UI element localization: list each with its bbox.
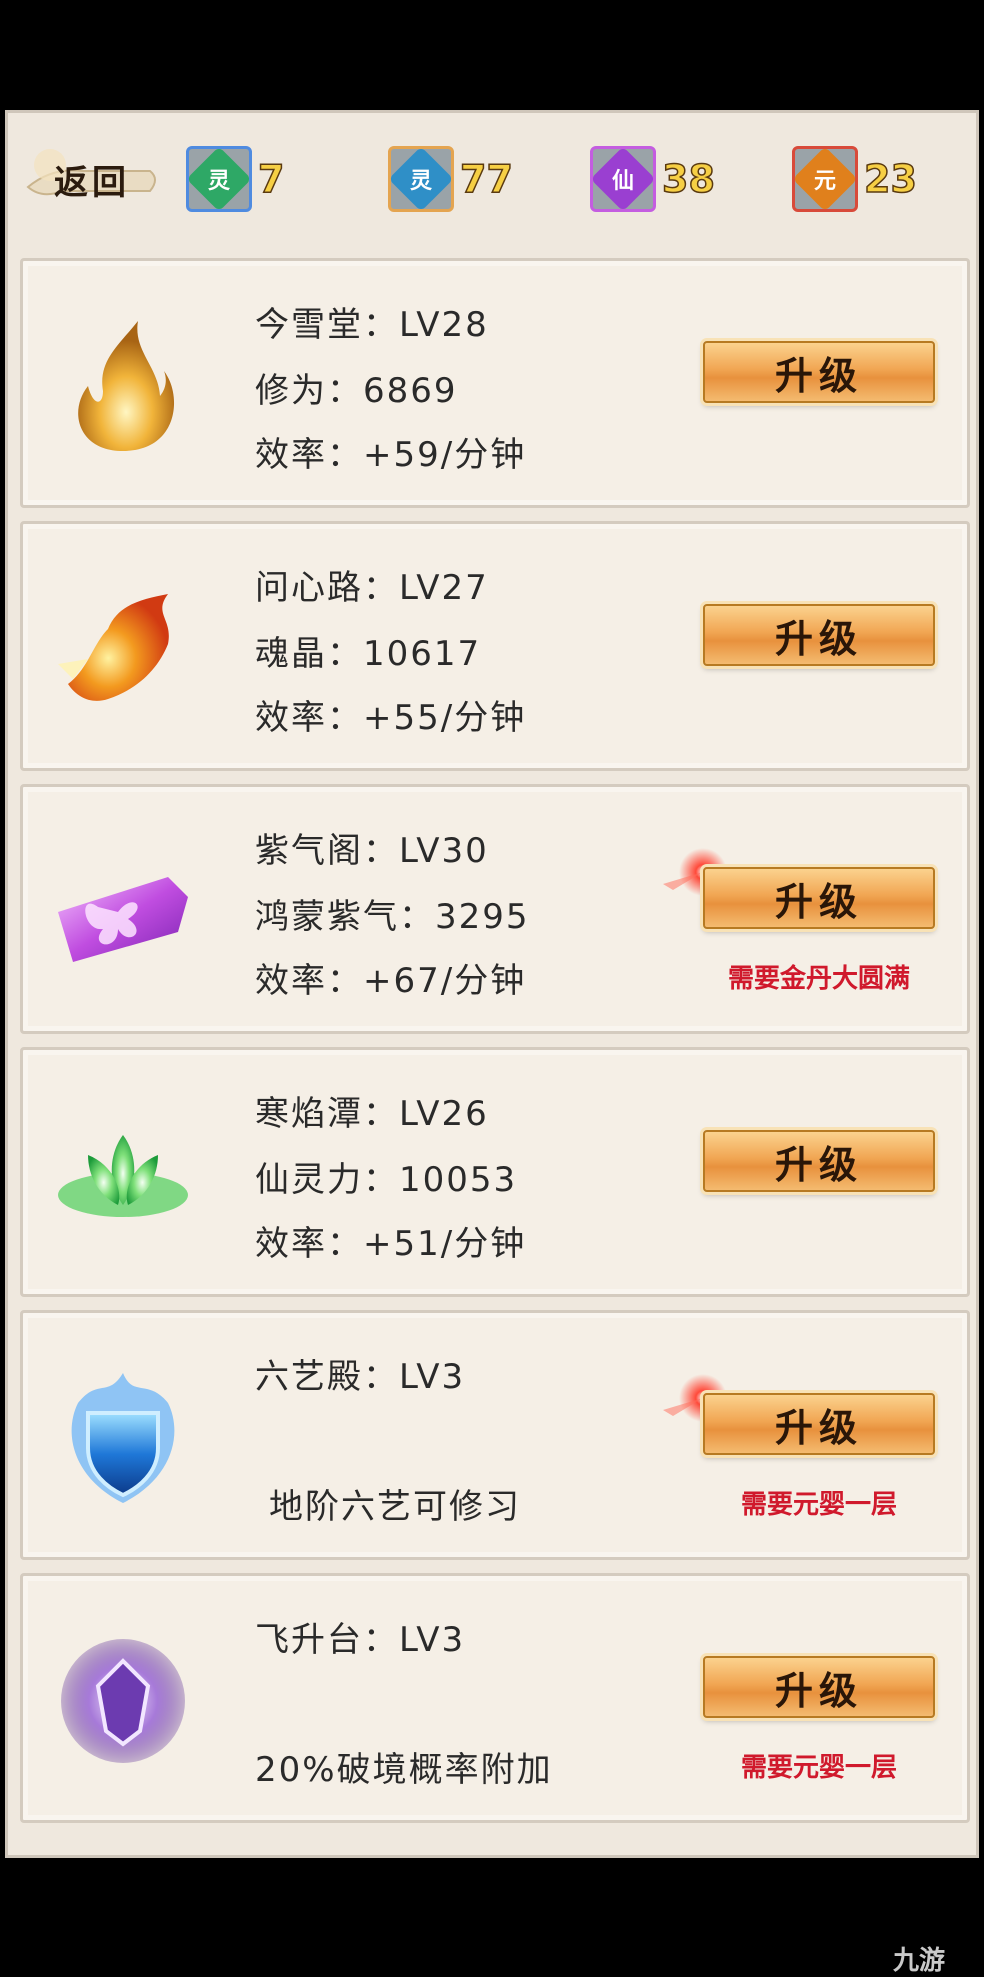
building-stat: 魂晶：10617 xyxy=(255,634,482,674)
main-panel: 返回 灵 7 灵 77 仙 38 元 23 今雪堂：LV28 修为：6869 效… xyxy=(5,110,979,1858)
building-title: 今雪堂：LV28 xyxy=(255,305,489,345)
building-rate: 效率：+51/分钟 xyxy=(255,1224,527,1264)
currency-purple: 仙 38 xyxy=(590,144,716,214)
building-card-ziqige: 紫气阁：LV30 鸿蒙紫气：3295 效率：+67/分钟 升级 需要金丹大圆满 xyxy=(20,784,970,1034)
currency-gold: 元 23 xyxy=(792,144,918,214)
currency-value: 23 xyxy=(863,156,917,202)
building-title: 六艺殿：LV3 xyxy=(255,1357,466,1397)
requirement-text: 需要元婴一层 xyxy=(740,1753,897,1783)
upgrade-button[interactable]: 升级 xyxy=(703,867,935,929)
green-lotus-icon xyxy=(58,1135,188,1217)
building-description: 地阶六艺可修习 xyxy=(269,1487,521,1527)
building-rate: 效率：+67/分钟 xyxy=(255,961,527,1001)
requirement-text: 需要金丹大圆满 xyxy=(727,964,910,994)
building-title: 问心路：LV27 xyxy=(255,568,489,608)
building-rate: 效率：+59/分钟 xyxy=(255,435,527,475)
purple-butterfly-icon xyxy=(58,877,188,962)
requirement-text: 需要元婴一层 xyxy=(740,1490,897,1520)
building-title: 飞升台：LV3 xyxy=(255,1620,466,1660)
upgrade-button[interactable]: 升级 xyxy=(703,341,935,403)
upgrade-button[interactable]: 升级 xyxy=(703,1656,935,1718)
currency-ice: 灵 77 xyxy=(388,144,514,214)
upgrade-button[interactable]: 升级 xyxy=(703,1393,935,1455)
building-card-feishengtai: 飞升台：LV3 20%破境概率附加 升级 需要元婴一层 xyxy=(20,1573,970,1823)
building-title: 寒焰潭：LV26 xyxy=(255,1094,489,1134)
upgrade-button[interactable]: 升级 xyxy=(703,1130,935,1192)
fire-phoenix-icon xyxy=(58,594,169,701)
building-rate: 效率：+55/分钟 xyxy=(255,698,527,738)
building-title: 紫气阁：LV30 xyxy=(255,831,489,871)
green-gem-icon: 灵 xyxy=(186,146,252,212)
golden-flame-icon xyxy=(78,321,175,451)
blue-shield-icon xyxy=(71,1373,175,1503)
building-card-wenxinlu: 问心路：LV27 魂晶：10617 效率：+55/分钟 升级 xyxy=(20,521,970,771)
building-stat: 仙灵力：10053 xyxy=(255,1160,518,1200)
currency-value: 38 xyxy=(661,156,715,202)
top-bar: 返回 灵 7 灵 77 仙 38 元 23 xyxy=(8,113,982,243)
building-card-hanyantan: 寒焰潭：LV26 仙灵力：10053 效率：+51/分钟 升级 xyxy=(20,1047,970,1297)
watermark: 九游 xyxy=(893,1946,946,1976)
violet-crystal-icon xyxy=(61,1639,185,1763)
upgrade-button[interactable]: 升级 xyxy=(703,604,935,666)
back-label: 返回 xyxy=(54,162,130,203)
back-button[interactable]: 返回 xyxy=(22,147,162,211)
currency-value: 7 xyxy=(257,156,285,202)
building-description: 20%破境概率附加 xyxy=(255,1750,553,1790)
building-card-jinxuetang: 今雪堂：LV28 修为：6869 效率：+59/分钟 升级 xyxy=(20,258,970,508)
building-stat: 鸿蒙紫气：3295 xyxy=(255,897,530,937)
building-card-liuyidian: 六艺殿：LV3 地阶六艺可修习 升级 需要元婴一层 xyxy=(20,1310,970,1560)
currency-value: 77 xyxy=(459,156,513,202)
blue-gem-icon: 灵 xyxy=(388,146,454,212)
orange-gem-icon: 元 xyxy=(792,146,858,212)
currency-jade: 灵 7 xyxy=(186,144,285,214)
purple-gem-icon: 仙 xyxy=(590,146,656,212)
building-stat: 修为：6869 xyxy=(255,371,458,411)
